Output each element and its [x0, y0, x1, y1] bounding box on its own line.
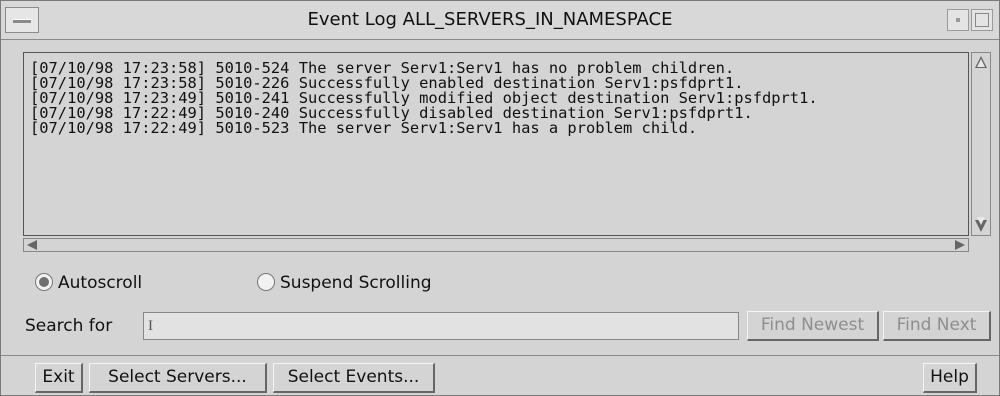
suspend-scrolling-option[interactable]: Suspend Scrolling: [257, 269, 432, 297]
select-servers-button[interactable]: Select Servers...: [89, 363, 267, 393]
minimize-icon[interactable]: [947, 9, 969, 31]
event-log-list[interactable]: [07/10/98 17:23:58] 5010-524 The server …: [23, 52, 969, 236]
suspend-scrolling-label: Suspend Scrolling: [280, 273, 432, 293]
scroll-down-arrow-icon[interactable]: [975, 217, 987, 232]
search-input[interactable]: Ӏ: [143, 312, 739, 340]
event-log-lines: [07/10/98 17:23:58] 5010-524 The server …: [24, 53, 968, 136]
separator: [1, 355, 999, 356]
scroll-left-arrow-icon[interactable]: [27, 240, 37, 250]
scroll-up-arrow-icon[interactable]: [975, 56, 987, 68]
scroll-right-arrow-icon[interactable]: [955, 240, 965, 250]
text-cursor-icon: Ӏ: [148, 318, 153, 334]
horizontal-scrollbar[interactable]: [23, 238, 969, 252]
log-line[interactable]: [07/10/98 17:22:49] 5010-523 The server …: [24, 120, 968, 136]
autoscroll-radio[interactable]: [35, 273, 53, 291]
autoscroll-option[interactable]: Autoscroll: [35, 269, 142, 297]
select-events-button[interactable]: Select Events...: [273, 363, 435, 393]
title-bar[interactable]: Event Log ALL_SERVERS_IN_NAMESPACE: [1, 1, 999, 40]
search-label: Search for: [25, 316, 113, 336]
vertical-scrollbar[interactable]: [971, 52, 991, 236]
find-newest-button[interactable]: Find Newest: [747, 311, 879, 341]
maximize-icon[interactable]: [971, 9, 993, 31]
autoscroll-label: Autoscroll: [58, 273, 143, 293]
event-log-window: Event Log ALL_SERVERS_IN_NAMESPACE [07/1…: [0, 0, 1000, 396]
find-next-button[interactable]: Find Next: [883, 311, 991, 341]
suspend-scrolling-radio[interactable]: [257, 273, 275, 291]
system-menu-icon[interactable]: [5, 7, 39, 33]
exit-button[interactable]: Exit: [35, 363, 83, 393]
help-button[interactable]: Help: [923, 363, 977, 393]
window-title: Event Log ALL_SERVERS_IN_NAMESPACE: [307, 9, 673, 30]
